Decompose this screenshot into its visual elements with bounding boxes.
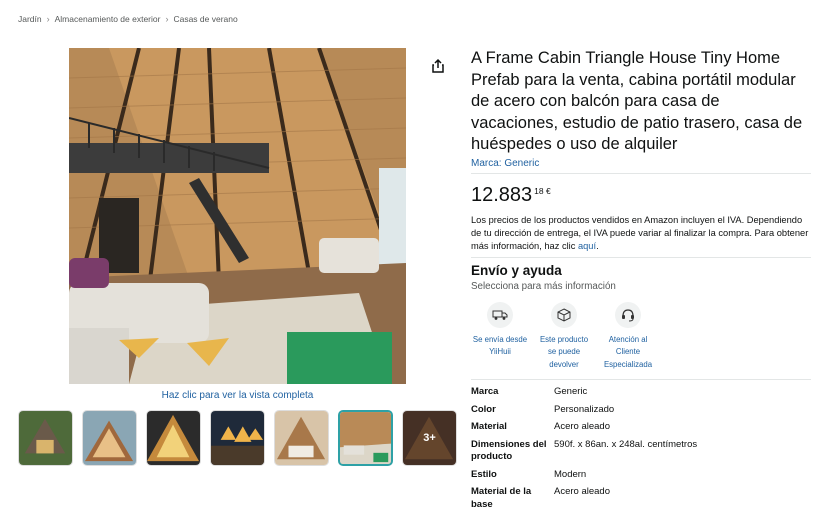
spec-row: Material de la base Acero aleado [471, 486, 811, 511]
more-images-count: 3+ [403, 411, 456, 465]
vat-end: . [596, 240, 599, 251]
feature-label: Este producto se puede devolver [539, 334, 589, 369]
thumbnail-more[interactable]: 3+ [402, 410, 457, 466]
price: 12.883 18 € [471, 184, 811, 206]
thumbnail-4[interactable] [210, 410, 265, 466]
brand-link[interactable]: Marca: Generic [471, 158, 811, 169]
divider [471, 379, 811, 380]
spec-key: Marca [471, 386, 499, 397]
feature-label: Se envía desde YiiHuii [472, 334, 528, 357]
return-box-icon [551, 301, 577, 328]
breadcrumb-separator-icon: › [165, 14, 169, 24]
spec-key: Color [471, 403, 496, 415]
feature-customer-service[interactable]: Atención al Cliente Especializada [599, 301, 657, 372]
spec-value: Generic [554, 386, 588, 397]
spec-key: Dimensiones del producto [471, 438, 547, 463]
spec-value: Personalizado [554, 403, 615, 415]
feature-shipped-from[interactable]: Se envía desde YiiHuii [471, 301, 529, 372]
headset-icon [615, 301, 641, 328]
main-product-image[interactable] [69, 48, 406, 384]
cabin-interior-image [69, 48, 406, 384]
thumbnail-strip: 3+ [18, 410, 457, 466]
product-specs-table: Marca Generic Color Personalizado Materi… [471, 386, 811, 516]
thumbnail-2[interactable] [82, 410, 137, 466]
spec-row: Dimensiones del producto 590f. x 86an. x… [471, 439, 811, 464]
breadcrumb-item-garden[interactable]: Jardín [18, 14, 42, 24]
breadcrumb-item-summer-houses[interactable]: Casas de verano [173, 14, 237, 24]
view-full-image-link[interactable]: Haz clic para ver la vista completa [69, 390, 406, 401]
spec-key: Material [471, 421, 507, 432]
breadcrumb-item-outdoor-storage[interactable]: Almacenamiento de exterior [55, 14, 161, 24]
price-fraction: 18 € [534, 185, 551, 196]
shipping-subtitle: Selecciona para más información [471, 280, 616, 292]
spec-row: Estilo Modern [471, 469, 811, 482]
feature-returnable[interactable]: Este producto se puede devolver [535, 301, 593, 372]
shipping-features: Se envía desde YiiHuii Este producto se … [471, 301, 811, 372]
divider [471, 256, 811, 258]
divider [471, 172, 811, 174]
thumbnail-5[interactable] [274, 410, 329, 466]
feature-label: Atención al Cliente Especializada [603, 334, 653, 369]
vat-info-link[interactable]: aquí [578, 241, 596, 251]
thumbnail-1[interactable] [18, 410, 73, 466]
thumbnail-3[interactable] [146, 410, 201, 466]
spec-row: Marca Generic [471, 386, 811, 399]
product-title: A Frame Cabin Triangle House Tiny Home P… [471, 49, 803, 153]
spec-value: 590f. x 86an. x 248al. centímetros [554, 438, 698, 450]
vat-notice: Los precios de los productos vendidos en… [471, 214, 811, 253]
breadcrumb: Jardín › Almacenamiento de exterior › Ca… [18, 14, 238, 24]
breadcrumb-separator-icon: › [46, 14, 50, 24]
product-info: A Frame Cabin Triangle House Tiny Home P… [471, 48, 811, 380]
spec-key: Estilo [471, 468, 497, 480]
spec-value: Modern [554, 468, 587, 480]
spec-value: Acero aleado [554, 486, 610, 497]
spec-key: Material de la base [471, 486, 532, 510]
spec-row: Color Personalizado [471, 404, 811, 417]
spec-value: Acero aleado [554, 421, 610, 432]
thumbnail-6-selected[interactable] [338, 410, 393, 466]
spec-row: Material Acero aleado [471, 421, 811, 434]
share-icon[interactable] [430, 58, 446, 74]
price-whole: 12.883 [471, 183, 533, 206]
shipping-heading: Envío y ayuda [471, 262, 562, 278]
truck-icon [487, 301, 513, 328]
vat-text: Los precios de los productos vendidos en… [471, 214, 809, 251]
